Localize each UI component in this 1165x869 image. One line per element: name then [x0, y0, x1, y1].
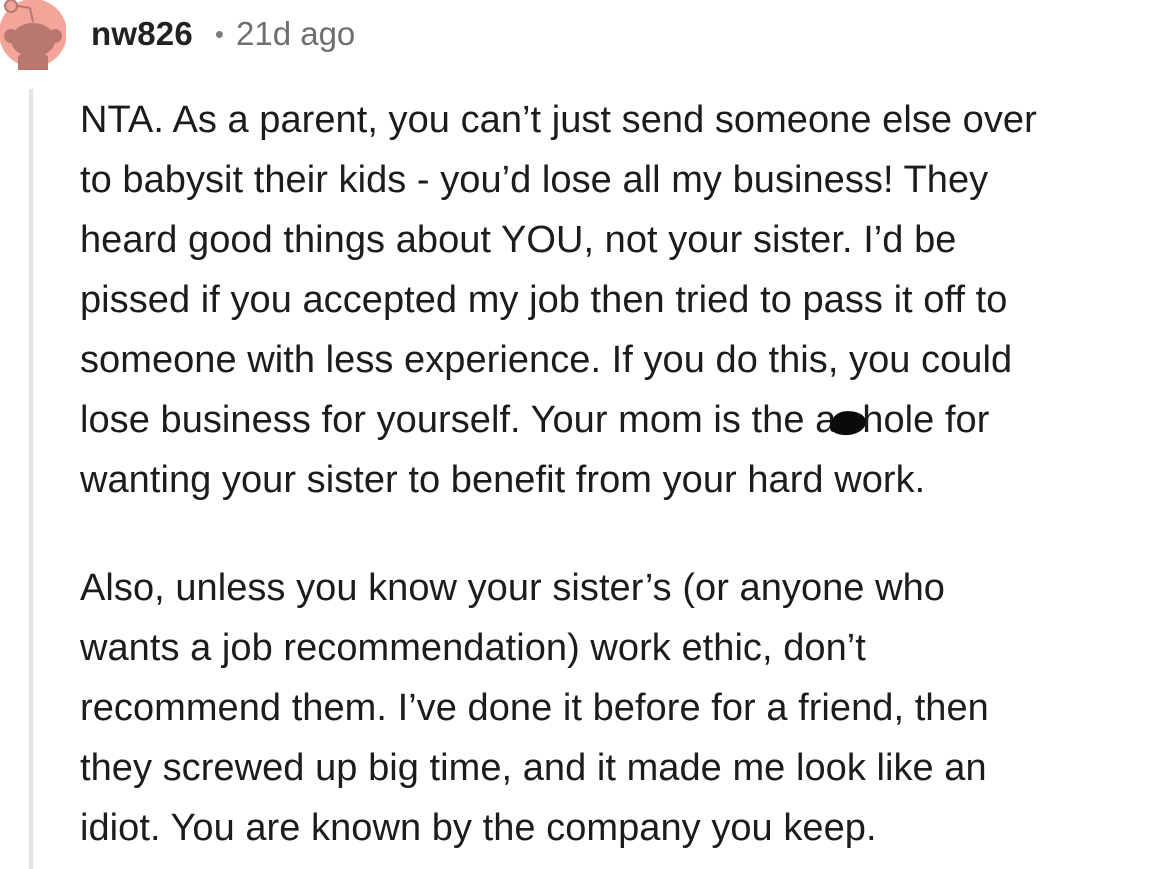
timestamp: 21d ago: [236, 15, 356, 52]
text-line: wanting your sister to benefit from your…: [80, 459, 926, 501]
text-line: Also, unless you know your sister’s (or …: [80, 567, 945, 609]
username-link[interactable]: nw826: [91, 15, 193, 53]
text-line: recommend them. I’ve done it before for …: [80, 687, 989, 729]
separator-dot: •: [214, 18, 224, 49]
comment-paragraph-1: NTA. As a parent, you can’t just send so…: [80, 90, 1165, 510]
thread-collapse-line[interactable]: [29, 89, 33, 869]
text-line: NTA. As a parent, you can’t just send so…: [80, 99, 1037, 141]
text-segment: hole for: [862, 399, 990, 441]
text-line: pissed if you accepted my job then tried…: [80, 279, 1008, 321]
comment-paragraph-2: Also, unless you know your sister’s (or …: [80, 558, 1165, 858]
text-segment: lose business for yourself. Your mom is …: [80, 399, 837, 441]
reddit-snoo-avatar-icon: [0, 0, 67, 70]
text-line-redacted: lose business for yourself. Your mom is …: [80, 390, 1165, 450]
text-line: someone with less experience. If you do …: [80, 339, 1013, 381]
text-line: wants a job recommendation) work ethic, …: [80, 627, 866, 669]
comment-body: NTA. As a parent, you can’t just send so…: [80, 90, 1165, 858]
text-line: idiot. You are known by the company you …: [80, 807, 877, 849]
user-avatar[interactable]: [0, 0, 67, 70]
text-line: heard good things about YOU, not your si…: [80, 219, 957, 261]
comment-header: nw826 • 21d ago: [91, 14, 355, 54]
text-line: they screwed up big time, and it made me…: [80, 747, 987, 789]
text-line: to babysit their kids - you’d lose all m…: [80, 159, 989, 201]
